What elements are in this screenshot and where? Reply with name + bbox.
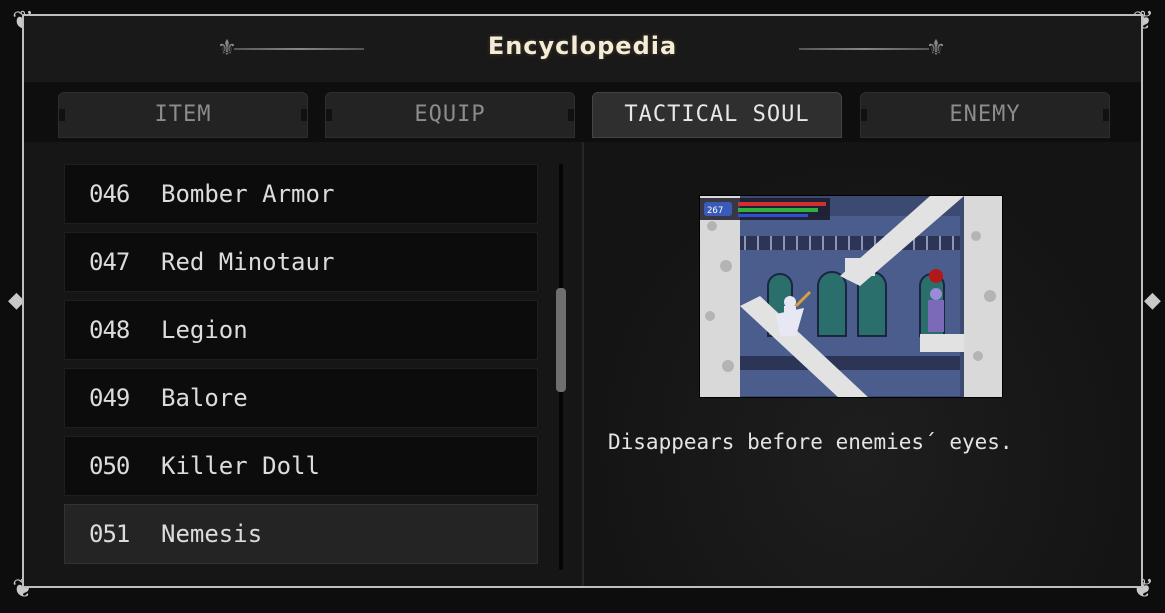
entry-number: 046: [89, 180, 130, 208]
entry-number: 049: [89, 384, 130, 412]
side-ornament-icon: ◆: [1144, 288, 1161, 313]
list-item[interactable]: 049 Balore: [64, 368, 538, 428]
list-item[interactable]: 050 Killer Doll: [64, 436, 538, 496]
tab-item[interactable]: ITEM: [58, 92, 308, 138]
tab-label: ITEM: [154, 102, 212, 127]
entry-name: Nemesis: [161, 520, 263, 548]
detail-pane: 267 Disappears before enemies´ eyes.: [584, 142, 1141, 586]
list-item-selected[interactable]: 051 Nemesis: [64, 504, 538, 564]
soul-preview-image: 267: [699, 195, 1003, 398]
title-bar: ⚜ Encyclopedia ⚜: [24, 16, 1141, 82]
window-title: Encyclopedia: [487, 32, 678, 60]
tab-label: ENEMY: [949, 102, 1021, 127]
tab-equip[interactable]: EQUIP: [325, 92, 575, 138]
content-area: 046 Bomber Armor 047 Red Minotaur 048 Le…: [24, 142, 1141, 586]
entry-number: 047: [89, 248, 130, 276]
entry-name: Red Minotaur: [161, 248, 335, 276]
list-item[interactable]: 046 Bomber Armor: [64, 164, 538, 224]
list-item[interactable]: 047 Red Minotaur: [64, 232, 538, 292]
scrollbar-thumb[interactable]: [556, 288, 566, 392]
list-item[interactable]: 048 Legion: [64, 300, 538, 360]
entry-name: Legion: [161, 316, 248, 344]
tab-strip: ITEM EQUIP TACTICAL SOUL ENEMY: [24, 82, 1141, 142]
soul-description: Disappears before enemies´ eyes.: [608, 430, 1013, 454]
soul-list: 046 Bomber Armor 047 Red Minotaur 048 Le…: [24, 142, 582, 586]
tab-label: EQUIP: [414, 102, 486, 127]
title-ornament-right: ⚜: [799, 36, 949, 62]
entry-number: 051: [89, 520, 130, 548]
entry-number: 050: [89, 452, 130, 480]
encyclopedia-window: ⚜ Encyclopedia ⚜ ITEM EQUIP TACTICAL SOU…: [22, 14, 1143, 588]
fleur-de-lis-icon: ⚜: [926, 36, 946, 61]
entry-name: Bomber Armor: [161, 180, 335, 208]
side-ornament-icon: ◆: [8, 288, 25, 313]
tab-enemy[interactable]: ENEMY: [860, 92, 1110, 138]
entry-name: Killer Doll: [161, 452, 320, 480]
tab-label: TACTICAL SOUL: [624, 102, 810, 127]
hud-hp-value: 267: [707, 206, 723, 216]
entry-number: 048: [89, 316, 130, 344]
entry-name: Balore: [161, 384, 248, 412]
tab-tactical-soul[interactable]: TACTICAL SOUL: [592, 92, 842, 138]
